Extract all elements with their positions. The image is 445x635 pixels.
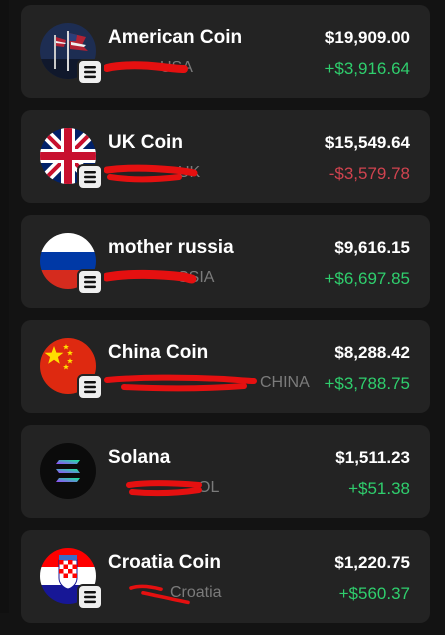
coin-name: Croatia Coin <box>108 552 221 573</box>
coin-name: UK Coin <box>108 132 183 153</box>
coin-subtitle: UK <box>178 164 201 181</box>
coin-value: $19,909.00 <box>324 28 410 47</box>
coin-row-solana[interactable]: Solana OL $1,511.23 +$51.38 <box>21 425 430 518</box>
coin-row-mother-russia[interactable]: mother russia SSIA $9,616.15 +$6,697.85 <box>21 215 430 308</box>
coin-subtitle: OL <box>198 479 220 496</box>
coin-subtitle: USA <box>160 59 193 76</box>
coin-change: +$560.37 <box>338 584 410 603</box>
sdk-logo-icon <box>77 269 103 295</box>
coin-list: American Coin USA $19,909.00 +$3,916.64 <box>21 5 430 635</box>
coin-change: +$3,916.64 <box>324 59 410 78</box>
coin-row-croatia-coin[interactable]: Croatia Coin Croatia $1,220.75 +$560.37 <box>21 530 430 623</box>
coin-subtitle: Croatia <box>170 584 222 601</box>
coin-row-american-coin[interactable]: American Coin USA $19,909.00 +$3,916.64 <box>21 5 430 98</box>
coin-value: $1,220.75 <box>334 553 410 572</box>
sdk-logo-icon <box>77 374 103 400</box>
coin-row-uk-coin[interactable]: UK Coin UK $15,549.64 -$3,579.78 <box>21 110 430 203</box>
coin-value: $8,288.42 <box>334 343 410 362</box>
coin-change: +$51.38 <box>348 479 410 498</box>
coin-change: -$3,579.78 <box>328 164 410 183</box>
sdk-logo-icon <box>77 584 103 610</box>
sdk-logo-icon <box>77 59 103 85</box>
coin-value: $1,511.23 <box>335 448 410 467</box>
solana-logo-icon <box>40 443 96 499</box>
coin-subtitle: SSIA <box>178 269 215 286</box>
coin-name: mother russia <box>108 237 234 258</box>
coin-row-china-coin[interactable]: China Coin CHINA $8,288.42 +$3,788.75 <box>21 320 430 413</box>
coin-name: American Coin <box>108 27 243 48</box>
coin-value: $15,549.64 <box>324 133 410 152</box>
coin-change: +$6,697.85 <box>324 269 410 288</box>
left-edge-strip <box>0 0 9 613</box>
sdk-logo-icon <box>77 164 103 190</box>
coin-subtitle: CHINA <box>260 374 310 391</box>
coin-change: +$3,788.75 <box>324 374 410 393</box>
coin-name: Solana <box>108 447 171 468</box>
coin-value: $9,616.15 <box>334 238 410 257</box>
coin-name: China Coin <box>108 342 209 363</box>
